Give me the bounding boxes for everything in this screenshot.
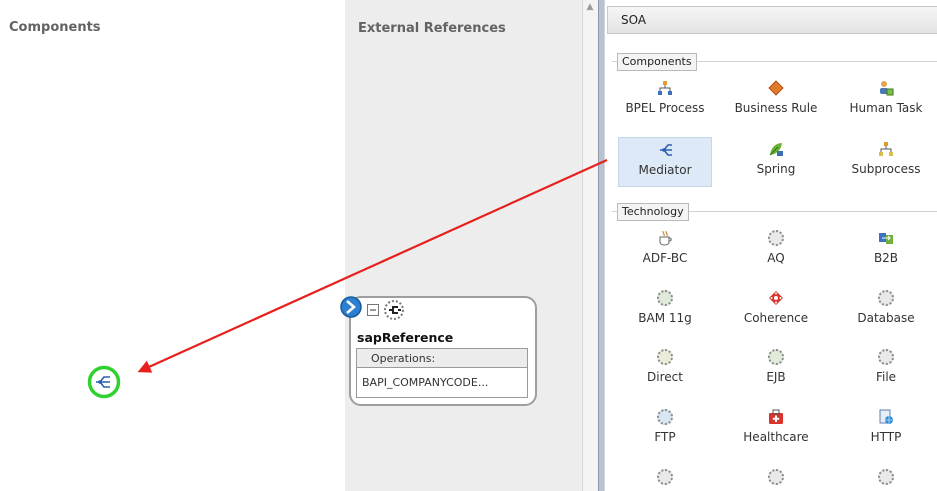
mediator-drop-target-icon[interactable] — [87, 365, 121, 399]
drag-arrow — [137, 158, 608, 373]
